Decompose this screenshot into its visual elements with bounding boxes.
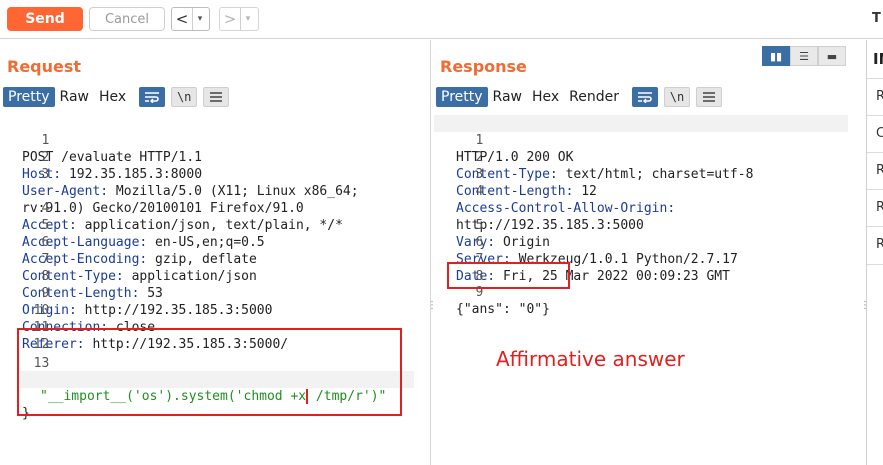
annotation-label: Affirmative answer: [496, 347, 685, 371]
request-tabbar: Pretty Raw Hex \n: [3, 87, 230, 107]
inspector-row[interactable]: C: [867, 115, 883, 153]
response-line: 5 Vary: Origin: [434, 200, 848, 250]
response-line: 6 Server: Werkzeug/1.0.1 Python/2.7.17: [434, 217, 848, 267]
response-line: 4 Access-Control-Allow-Origin:: [434, 166, 848, 216]
back-arrow-icon[interactable]: <: [172, 10, 192, 28]
word-wrap-icon[interactable]: [632, 87, 659, 107]
response-tab-pretty[interactable]: Pretty: [436, 87, 488, 107]
inspector-row[interactable]: R: [867, 78, 883, 116]
request-body-highlight: [17, 328, 402, 416]
request-line: 10 Connection: close: [0, 285, 420, 335]
request-line: 9 Origin: http://192.35.185.3:5000: [0, 268, 420, 318]
response-tab-render[interactable]: Render: [564, 87, 624, 107]
single-pane-icon[interactable]: ▬: [818, 46, 846, 66]
forward-dropdown-icon[interactable]: ▾: [240, 8, 255, 30]
request-line: 4 Accept: application/json, text/plain, …: [0, 183, 420, 233]
split-vertical-icon[interactable]: ☰: [790, 46, 818, 66]
layout-toggle: ▮▮ ☰ ▬: [762, 46, 846, 66]
menu-icon[interactable]: [696, 87, 723, 107]
request-line: 2 Host: 192.35.185.3:8000: [0, 132, 420, 182]
inspector-row[interactable]: R: [867, 189, 883, 227]
request-line: 8 Content-Length: 53: [0, 251, 420, 301]
inspector-title: IN: [873, 50, 883, 68]
inspector-row[interactable]: R: [867, 226, 883, 265]
back-dropdown-icon[interactable]: ▾: [192, 8, 207, 30]
request-tab-raw[interactable]: Raw: [55, 87, 94, 107]
cancel-button[interactable]: Cancel: [89, 7, 165, 31]
split-horizontal-icon[interactable]: ▮▮: [762, 46, 790, 66]
inspector-row[interactable]: R: [867, 152, 883, 190]
response-line: 2 Content-Type: text/html; charset=utf-8: [434, 132, 848, 182]
request-line: rv:91.0) Gecko/20100101 Firefox/91.0: [0, 166, 420, 216]
request-line: 7 Content-Type: application/json: [0, 234, 420, 284]
right-splitter-grip-icon[interactable]: ⋮: [860, 301, 870, 311]
response-body-highlight: [447, 262, 570, 289]
response-line: http://192.35.185.3:5000: [434, 183, 848, 233]
response-tabbar: Pretty Raw Hex Render \n: [436, 87, 723, 107]
word-wrap-icon[interactable]: [139, 87, 166, 107]
request-line: 6 Accept-Encoding: gzip, deflate: [0, 217, 420, 267]
request-line: 3 User-Agent: Mozilla/5.0 (X11; Linux x8…: [0, 149, 420, 199]
menu-icon[interactable]: [203, 87, 230, 107]
target-label[interactable]: T: [872, 11, 881, 26]
history-forward-group[interactable]: > ▾: [219, 7, 259, 31]
pane-divider[interactable]: [430, 40, 431, 465]
response-line: 3 Content-Length: 12: [434, 149, 848, 199]
history-back-group[interactable]: < ▾: [171, 7, 210, 31]
response-title: Response: [440, 57, 527, 76]
request-title: Request: [7, 57, 82, 76]
response-tab-raw[interactable]: Raw: [488, 87, 527, 107]
newline-toggle-icon[interactable]: \n: [664, 87, 691, 107]
request-line: 1 POST /evaluate HTTP/1.1: [0, 115, 420, 165]
forward-arrow-icon[interactable]: >: [220, 10, 240, 28]
response-line: 1 HTTP/1.0 200 OK: [434, 115, 848, 165]
top-toolbar: Send Cancel < ▾ > ▾ T: [0, 0, 883, 39]
request-line: 11 Referer: http://192.35.185.3:5000/: [0, 302, 420, 352]
response-json: {"ans": "0"}: [456, 302, 550, 317]
request-line: 5 Accept-Language: en-US,en;q=0.5: [0, 200, 420, 250]
response-line: 7 Date: Fri, 25 Mar 2022 00:09:23 GMT: [434, 234, 848, 284]
inspector-panel: IN R C R R R: [866, 40, 883, 465]
request-tab-hex[interactable]: Hex: [94, 87, 131, 107]
response-tab-hex[interactable]: Hex: [527, 87, 564, 107]
newline-toggle-icon[interactable]: \n: [171, 87, 198, 107]
request-tab-pretty[interactable]: Pretty: [3, 87, 55, 107]
send-button[interactable]: Send: [7, 7, 83, 31]
